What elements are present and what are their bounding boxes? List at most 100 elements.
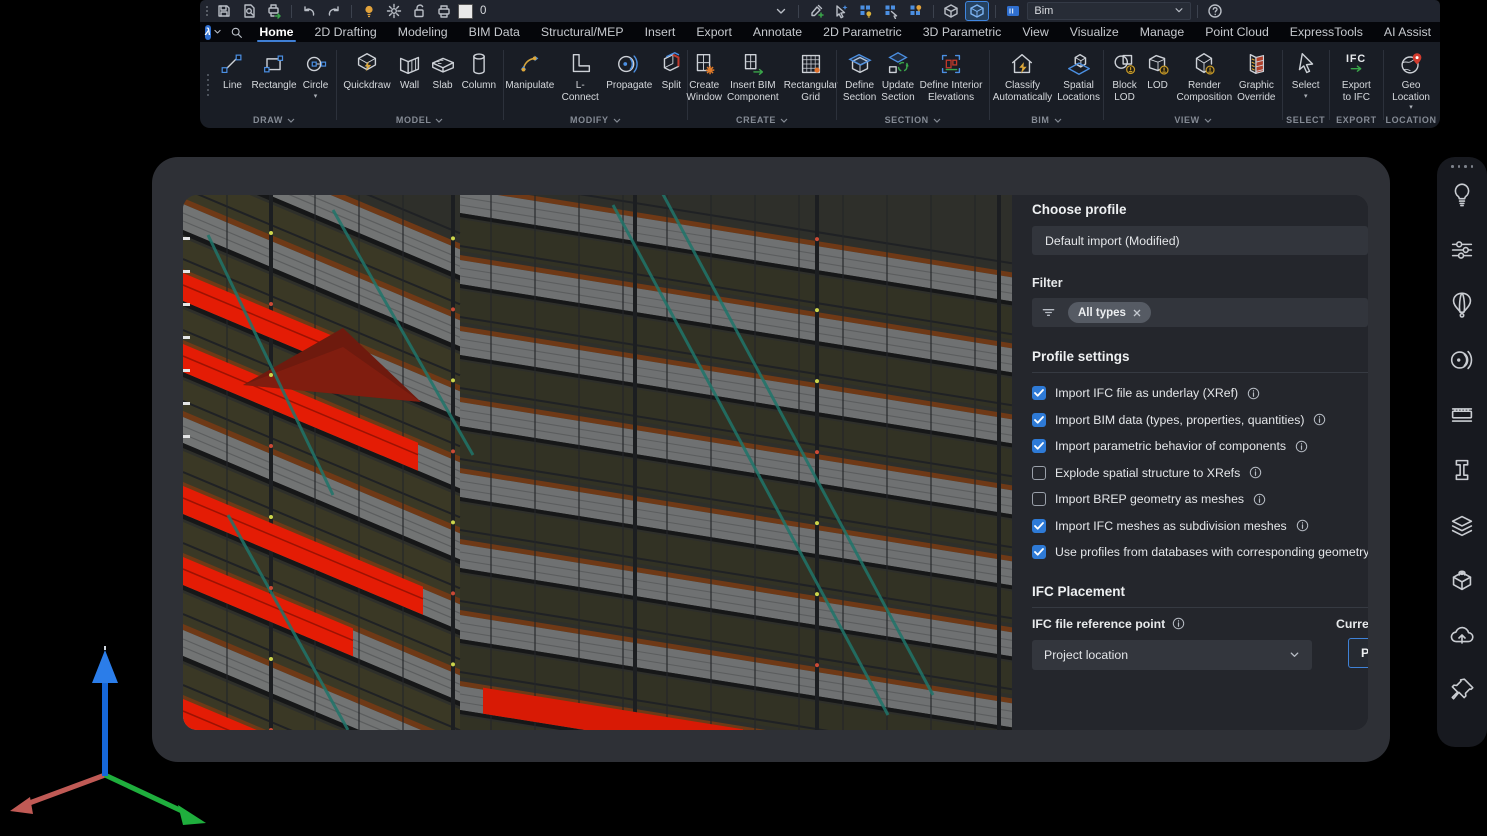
layer-dropdown-chevron-icon[interactable] (770, 2, 792, 20)
checkbox[interactable] (1032, 545, 1046, 559)
ribbon-tool-l-connect[interactable]: L-Connect (557, 49, 603, 103)
tab-bim-data[interactable]: BIM Data (458, 22, 530, 42)
ribbon-tool-circle[interactable]: Circle (300, 49, 332, 100)
rail-pin-button[interactable] (1443, 669, 1481, 717)
rail-block-button[interactable] (1443, 559, 1481, 607)
cube-wireframe-icon[interactable] (940, 2, 962, 20)
tab-ai-assist[interactable]: AI Assist (1373, 22, 1441, 42)
checkbox-row-subdivision-meshes[interactable]: Import IFC meshes as subdivision meshes (1032, 513, 1368, 540)
checkbox[interactable] (1032, 439, 1046, 453)
ribbon-grip[interactable] (204, 42, 212, 128)
ribbon-tool-spatial-locations[interactable]: Spatial Locations (1055, 49, 1102, 103)
publish-button[interactable] (263, 2, 285, 20)
rail-deck-button[interactable] (1443, 394, 1481, 442)
ribbon-tool-define-section[interactable]: Define Section (841, 49, 878, 103)
rail-profile-button[interactable] (1443, 449, 1481, 497)
ribbon-group-title-select[interactable]: SELECT (1283, 112, 1329, 128)
ribbon-tool-geo-location[interactable]: Geo Location (1390, 49, 1432, 111)
ribbon-tool-wall[interactable]: Wall (394, 49, 426, 92)
checkbox-row-import-brep[interactable]: Import BREP geometry as meshes (1032, 486, 1368, 513)
rail-render-button[interactable] (1443, 284, 1481, 332)
app-menu-chevron-icon[interactable] (213, 23, 222, 41)
checkbox-row-import-underlay[interactable]: Import IFC file as underlay (XRef) (1032, 380, 1368, 407)
layer-lock-icon[interactable] (408, 2, 430, 20)
ribbon-group-title-view[interactable]: VIEW (1104, 112, 1282, 128)
ribbon-tool-define-interior-elevations[interactable]: Define Interior Elevations (918, 49, 985, 103)
select-similar-cursor-icon[interactable] (830, 2, 852, 20)
tab-visualize[interactable]: Visualize (1059, 22, 1129, 42)
ribbon-group-title-export[interactable]: EXPORT (1329, 112, 1383, 128)
quad-grid-cursor-icon[interactable] (880, 2, 902, 20)
ribbon-tool-select[interactable]: Select (1290, 49, 1322, 100)
info-icon[interactable] (1295, 440, 1308, 453)
tab-modeling[interactable]: Modeling (387, 22, 458, 42)
checkbox[interactable] (1032, 492, 1046, 506)
ribbon-tool-quickdraw[interactable]: Quickdraw (341, 49, 392, 92)
tab-structural-mep[interactable]: Structural/MEP (530, 22, 634, 42)
ribbon-tool-insert-bim-component[interactable]: Insert BIM Component (725, 49, 781, 103)
profile-select[interactable]: Default import (Modified) (1032, 226, 1368, 255)
tab-expresstools[interactable]: ExpressTools (1279, 22, 1373, 42)
checkbox[interactable] (1032, 466, 1046, 480)
ribbon-tool-rectangular-grid[interactable]: Rectangular Grid (782, 49, 840, 103)
tab-3d-parametric[interactable]: 3D Parametric (912, 22, 1012, 42)
info-icon[interactable] (1172, 617, 1185, 630)
redo-button[interactable] (323, 2, 345, 20)
ribbon-group-title-model[interactable]: MODEL (337, 112, 503, 128)
checkbox[interactable] (1032, 519, 1046, 533)
ribbon-tool-split[interactable]: Split (655, 49, 687, 92)
ribbon-tool-manipulate[interactable]: Manipulate (503, 49, 556, 92)
undo-button[interactable] (298, 2, 320, 20)
workspace-panel-icon[interactable] (1002, 2, 1024, 20)
save-button[interactable] (213, 2, 235, 20)
checkbox-row-explode-spatial[interactable]: Explode spatial structure to XRefs (1032, 460, 1368, 487)
quad-grid-bulb-2-icon[interactable] (905, 2, 927, 20)
rail-settings-button[interactable] (1443, 229, 1481, 277)
info-icon[interactable] (1247, 387, 1260, 400)
ribbon-tool-export-to-ifc[interactable]: IFCExport to IFC (1337, 49, 1375, 103)
viewport-3d-model[interactable] (183, 195, 1012, 730)
ribbon-tool-lod[interactable]: LOD (1142, 49, 1174, 92)
info-icon[interactable] (1249, 466, 1262, 479)
ribbon-tool-line[interactable]: Line (216, 49, 248, 92)
chip-close-icon[interactable] (1133, 309, 1141, 317)
checkbox[interactable] (1032, 386, 1046, 400)
ribbon-tool-render-composition[interactable]: Render Composition (1175, 49, 1235, 103)
ribbon-tool-block-lod[interactable]: Block LOD (1109, 49, 1141, 103)
checkbox-row-import-parametric[interactable]: Import parametric behavior of components (1032, 433, 1368, 460)
ribbon-group-title-section[interactable]: SECTION (837, 112, 989, 128)
preview-button[interactable] (238, 2, 260, 20)
layer-on-bulb-icon[interactable] (358, 2, 380, 20)
ribbon-tool-classify-automatically[interactable]: Classify Automatically (991, 49, 1054, 103)
checkbox-row-profiles-from-databases[interactable]: Use profiles from databases with corresp… (1032, 539, 1368, 566)
filter-input[interactable]: All types (1032, 298, 1368, 327)
help-button[interactable] (1204, 2, 1226, 20)
search-icon[interactable] (230, 26, 243, 39)
rail-light-button[interactable] (1443, 174, 1481, 222)
rail-layers-button[interactable] (1443, 504, 1481, 552)
tab-export[interactable]: Export (686, 22, 743, 42)
bricscad-logo[interactable]: λ (205, 25, 211, 40)
toolbar-grip[interactable] (206, 6, 208, 16)
ribbon-tool-create-window[interactable]: Create Window (684, 49, 724, 103)
match-properties-eyedropper-icon[interactable] (805, 2, 827, 20)
tab-2d-parametric[interactable]: 2D Parametric (813, 22, 913, 42)
current-layer-value[interactable]: 0 (480, 5, 486, 17)
quad-grid-bulb-icon[interactable] (855, 2, 877, 20)
ribbon-group-title-draw[interactable]: DRAW (212, 112, 336, 128)
ribbon-group-title-bim[interactable]: BIM (989, 112, 1103, 128)
ribbon-group-title-modify[interactable]: MODIFY (503, 112, 687, 128)
layer-freeze-sun-icon[interactable] (383, 2, 405, 20)
tab-view[interactable]: View (1012, 22, 1059, 42)
tab-manage[interactable]: Manage (1129, 22, 1194, 42)
ribbon-tool-propagate[interactable]: Propagate (604, 49, 654, 92)
info-icon[interactable] (1253, 493, 1266, 506)
tab-2d-drafting[interactable]: 2D Drafting (304, 22, 387, 42)
workspace-selector[interactable]: Bim (1027, 2, 1191, 20)
tab-insert[interactable]: Insert (634, 22, 686, 42)
tab-annotate[interactable]: Annotate (742, 22, 812, 42)
ribbon-tool-slab[interactable]: Slab (427, 49, 459, 92)
ribbon-tool-column[interactable]: Column (460, 49, 498, 92)
tab-point-cloud[interactable]: Point Cloud (1195, 22, 1280, 42)
info-icon[interactable] (1313, 413, 1326, 426)
